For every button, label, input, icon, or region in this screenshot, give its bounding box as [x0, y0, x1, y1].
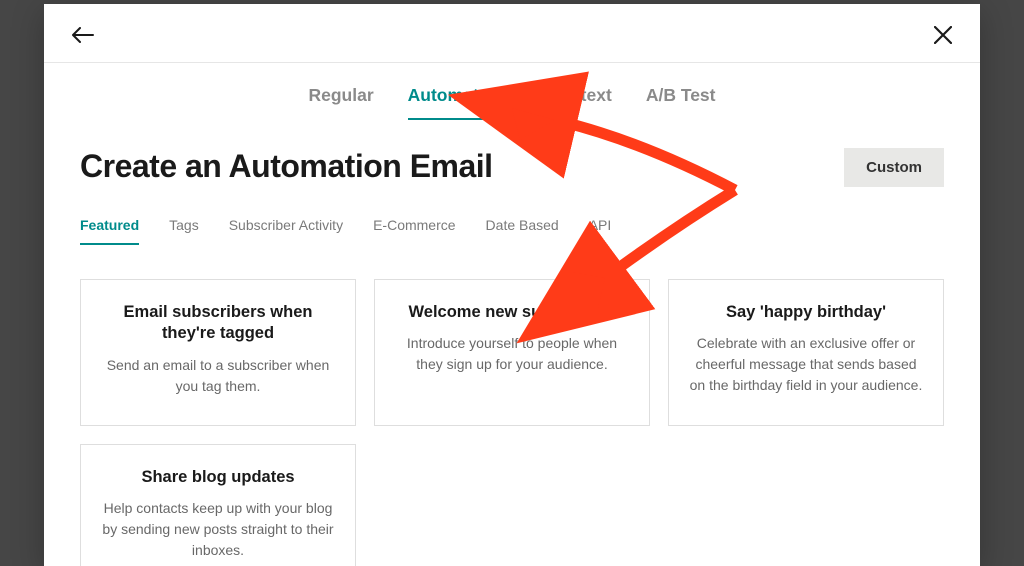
- card-desc: Celebrate with an exclusive offer or che…: [687, 333, 925, 396]
- subtab-featured[interactable]: Featured: [80, 217, 139, 245]
- tab-automated[interactable]: Automated: [408, 85, 499, 120]
- subtab-api[interactable]: API: [589, 217, 612, 245]
- card-desc: Help contacts keep up with your blog by …: [99, 498, 337, 561]
- create-campaign-modal: Regular Automated Plain-text A/B Test Cr…: [44, 4, 980, 566]
- card-desc: Introduce yourself to people when they s…: [393, 333, 631, 375]
- card-title: Email subscribers when they're tagged: [99, 302, 337, 345]
- card-title: Say 'happy birthday': [687, 302, 925, 323]
- custom-button[interactable]: Custom: [844, 148, 944, 187]
- card-blog-updates[interactable]: Share blog updates Help contacts keep up…: [80, 444, 356, 566]
- automation-cards-grid: Email subscribers when they're tagged Se…: [80, 279, 944, 566]
- page-title: Create an Automation Email: [80, 148, 493, 185]
- card-desc: Send an email to a subscriber when you t…: [99, 355, 337, 397]
- tab-abtest[interactable]: A/B Test: [646, 85, 716, 120]
- card-email-tagged[interactable]: Email subscribers when they're tagged Se…: [80, 279, 356, 426]
- close-icon[interactable]: [930, 22, 956, 48]
- campaign-type-tabs: Regular Automated Plain-text A/B Test: [44, 63, 980, 120]
- card-title: Share blog updates: [99, 467, 337, 488]
- card-title: Welcome new subscribers: [393, 302, 631, 323]
- tab-regular[interactable]: Regular: [308, 85, 373, 120]
- modal-header: [44, 4, 980, 63]
- subtab-subscriber[interactable]: Subscriber Activity: [229, 217, 343, 245]
- card-welcome-subscribers[interactable]: Welcome new subscribers Introduce yourse…: [374, 279, 650, 426]
- modal-body: Create an Automation Email Custom Featur…: [44, 120, 980, 566]
- subtab-tags[interactable]: Tags: [169, 217, 199, 245]
- automation-category-tabs: Featured Tags Subscriber Activity E-Comm…: [80, 217, 944, 245]
- subtab-datebased[interactable]: Date Based: [486, 217, 559, 245]
- back-arrow-icon[interactable]: [68, 23, 98, 47]
- card-happy-birthday[interactable]: Say 'happy birthday' Celebrate with an e…: [668, 279, 944, 426]
- tab-plaintext[interactable]: Plain-text: [533, 85, 612, 120]
- subtab-ecommerce[interactable]: E-Commerce: [373, 217, 455, 245]
- title-row: Create an Automation Email Custom: [80, 148, 944, 187]
